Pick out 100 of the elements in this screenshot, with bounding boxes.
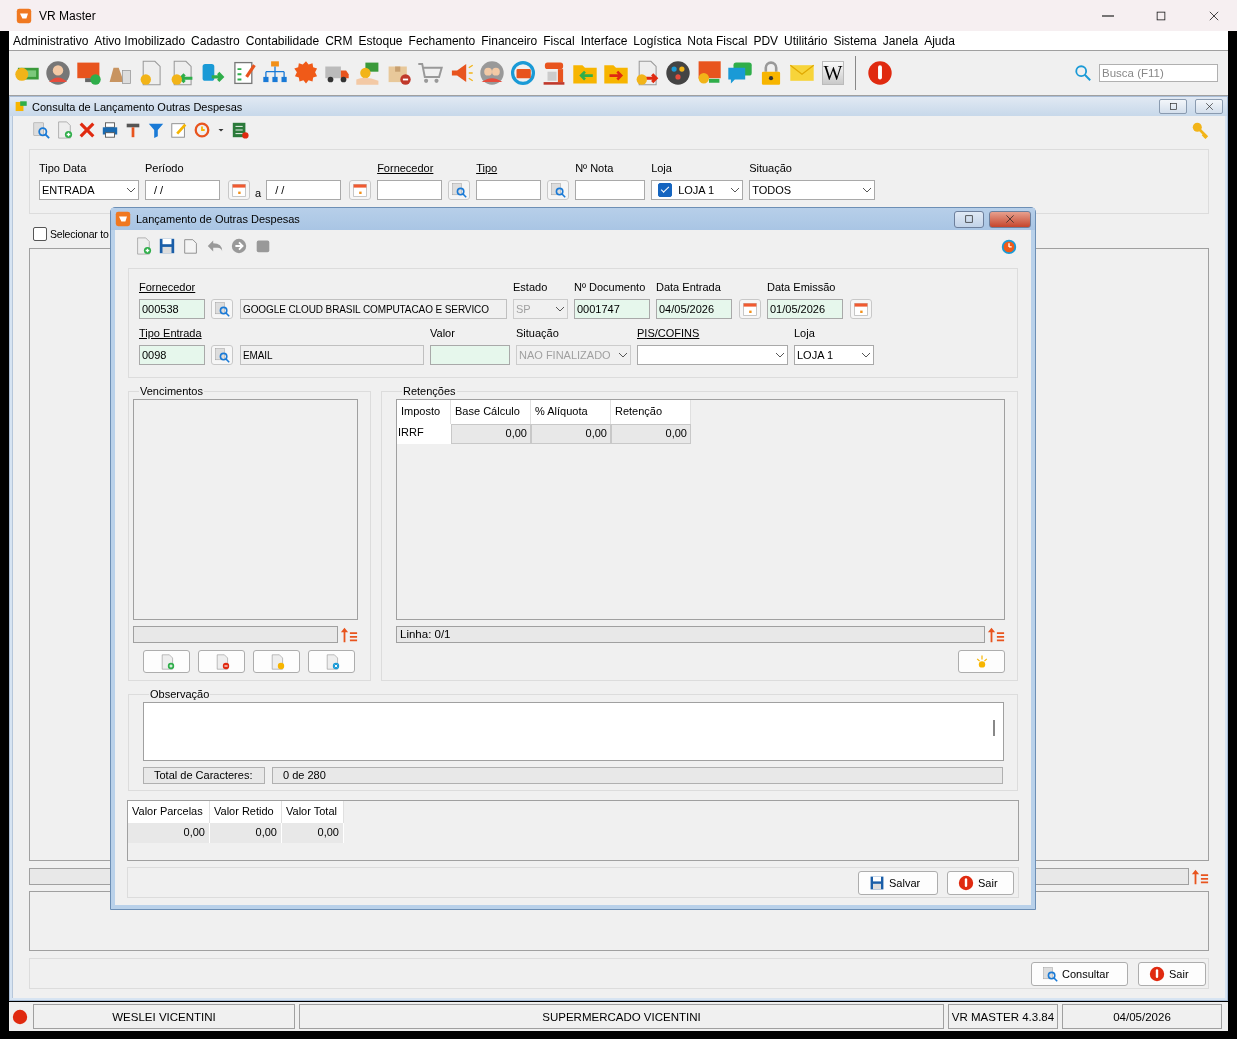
save-button[interactable]: Salvar [858, 870, 938, 895]
cart-icon[interactable] [417, 60, 443, 86]
menu-item[interactable]: PDV [750, 33, 782, 48]
field-label[interactable]: Tipo [476, 162, 498, 176]
calendar-icon [352, 182, 369, 198]
search-button[interactable]: Consultar [1031, 961, 1128, 986]
card-icon[interactable] [510, 60, 536, 86]
code-field[interactable]: 000538 [139, 299, 205, 319]
calendar-button[interactable] [739, 299, 761, 319]
date-field[interactable]: 04/05/2026 [656, 299, 732, 319]
menu-item[interactable]: Ativo Imobilizado [91, 33, 189, 48]
text-field[interactable] [377, 180, 443, 200]
checkbox[interactable] [658, 183, 673, 197]
search-button[interactable] [211, 299, 233, 319]
search-field[interactable]: Busca (F11) [1099, 64, 1218, 82]
user-icon[interactable] [45, 60, 71, 86]
search-icon[interactable] [32, 121, 50, 139]
close-button[interactable] [1195, 99, 1223, 114]
menu-item[interactable]: Fiscal [540, 33, 578, 48]
spreadsheet-icon[interactable] [231, 121, 249, 139]
monitor-icon[interactable] [76, 60, 102, 86]
copy-icon[interactable] [182, 237, 200, 255]
checklist-icon[interactable] [231, 60, 257, 86]
search-icon[interactable] [1074, 64, 1092, 82]
field-label[interactable]: PIS/COFINS [637, 327, 700, 341]
sort-icon[interactable] [340, 625, 358, 644]
menu-item[interactable]: Nota Fiscal [684, 33, 751, 48]
dropdown[interactable]: ENTRADA [39, 180, 139, 200]
calendar-button[interactable] [228, 180, 250, 200]
exit-button[interactable]: Sair [1138, 961, 1206, 986]
wiki-button[interactable]: W [822, 61, 844, 85]
text-field[interactable] [476, 180, 542, 200]
document-arrow-icon[interactable] [634, 60, 660, 86]
refresh-icon[interactable] [193, 121, 211, 139]
light-button[interactable] [958, 650, 1005, 673]
text-field[interactable] [575, 180, 646, 200]
restore-button[interactable] [1159, 99, 1187, 114]
calendar-button[interactable] [850, 299, 872, 319]
cancel-button[interactable] [308, 650, 355, 673]
app-icon [15, 100, 28, 113]
timer-icon[interactable] [1000, 237, 1018, 255]
sort-icon[interactable] [1191, 867, 1209, 886]
field-label[interactable]: Fornecedor [139, 281, 196, 295]
exit-button[interactable]: Sair [947, 870, 1014, 895]
remove-button[interactable] [198, 650, 245, 673]
edit-button[interactable] [253, 650, 300, 673]
document-arrow-icon[interactable] [169, 60, 195, 86]
ball-icon[interactable] [665, 60, 691, 86]
menu-item[interactable]: Utilitário [781, 33, 831, 48]
group-icon[interactable] [479, 60, 505, 86]
menu-item[interactable]: Financeiro [478, 33, 541, 48]
add-button[interactable] [143, 650, 190, 673]
hammer-icon[interactable] [124, 121, 142, 139]
restore-button[interactable] [954, 210, 984, 228]
filter-icon[interactable] [147, 121, 165, 139]
date-field[interactable]: 01/05/2026 [767, 299, 843, 319]
menu-item[interactable]: Janela [879, 33, 922, 48]
date-field[interactable]: / / [145, 180, 220, 200]
code-field[interactable]: 0098 [139, 345, 205, 365]
search-button[interactable] [448, 180, 471, 200]
edit-icon[interactable] [170, 121, 188, 139]
dropdown[interactable] [637, 345, 788, 365]
menu-item[interactable]: Interface [577, 33, 631, 48]
field-label[interactable]: Tipo Entrada [139, 327, 202, 341]
printer-icon[interactable] [101, 121, 119, 139]
field-label[interactable]: Fornecedor [377, 162, 434, 176]
close-button[interactable] [989, 210, 1031, 228]
search-button[interactable] [547, 180, 570, 200]
search-button[interactable] [211, 345, 233, 365]
dropdown[interactable]: LOJA 1 [651, 180, 744, 200]
text-field[interactable]: 0001747 [574, 299, 650, 319]
text-field[interactable] [430, 345, 510, 365]
menu-item[interactable]: Administrativo [10, 33, 92, 48]
monitor-icon[interactable] [696, 60, 722, 86]
menu-item[interactable]: Contabilidade [242, 33, 323, 48]
delete-icon[interactable] [78, 121, 96, 139]
power-icon[interactable] [867, 60, 893, 86]
sort-icon[interactable] [987, 625, 1005, 644]
menu-item[interactable]: Fechamento [405, 33, 479, 48]
menu-item[interactable]: Logística [630, 33, 685, 48]
menu-item[interactable]: Estoque [355, 33, 406, 48]
document-icon[interactable] [138, 60, 164, 86]
date-field[interactable]: / / [266, 180, 342, 200]
save-icon[interactable] [158, 237, 176, 255]
add-document-icon[interactable] [134, 237, 152, 255]
menu-item[interactable]: Cadastro [188, 33, 243, 48]
coins-icon[interactable] [355, 60, 381, 86]
notes-field[interactable] [143, 702, 1004, 761]
calendar-button[interactable] [349, 180, 372, 200]
menu-item[interactable]: Ajuda [921, 33, 958, 48]
dropdown[interactable]: LOJA 1 [794, 345, 874, 365]
seal-icon[interactable] [293, 60, 319, 86]
menu-item[interactable]: Sistema [830, 33, 880, 48]
forward-icon[interactable] [230, 237, 248, 255]
checkbox[interactable] [33, 227, 47, 241]
menu-item[interactable]: CRM [322, 33, 356, 48]
chat-icon[interactable] [727, 60, 753, 86]
add-document-icon[interactable] [55, 121, 73, 139]
dropdown[interactable]: TODOS [749, 180, 876, 200]
mixer-icon[interactable] [541, 60, 567, 86]
